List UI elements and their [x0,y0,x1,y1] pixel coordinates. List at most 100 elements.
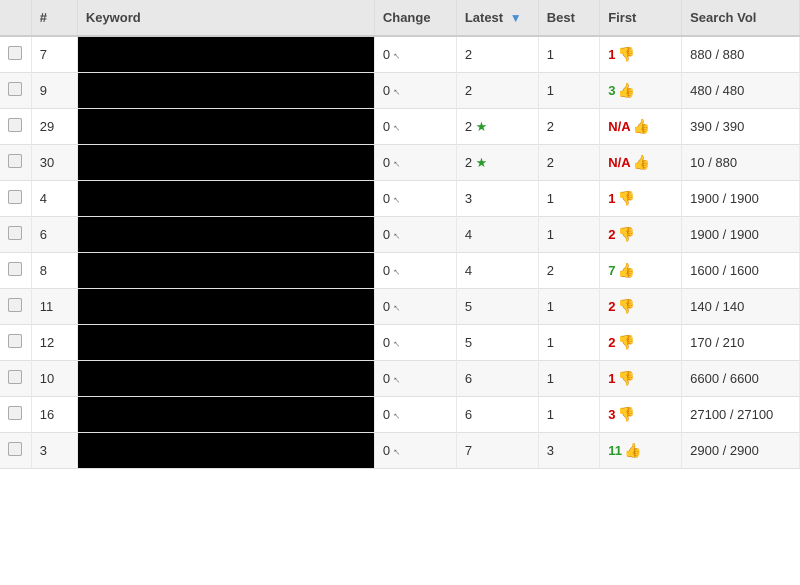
row-best: 1 [538,217,599,253]
row-checkbox[interactable] [8,334,22,348]
row-latest: 4 [456,217,538,253]
row-change: 0 ↑ [374,217,456,253]
row-checkbox[interactable] [8,154,22,168]
rankings-table: # Keyword Change Latest ▼ Best First Sea… [0,0,800,469]
row-checkbox-cell [0,433,31,469]
first-value: 7 [608,263,615,278]
first-value: 1 [608,191,615,206]
row-number: 7 [31,36,77,73]
first-value: N/A [608,119,630,134]
thumb-icon: 👍 [617,262,634,278]
row-checkbox-cell [0,253,31,289]
row-search-vol: 390 / 390 [682,109,800,145]
row-number: 12 [31,325,77,361]
row-search-vol: 1900 / 1900 [682,217,800,253]
row-change: 0 ↑ [374,289,456,325]
arrow-icon: ↑ [390,266,402,278]
first-value: 2 [608,335,615,350]
first-value: 3 [608,83,615,98]
row-number: 9 [31,73,77,109]
row-change: 0 ↑ [374,181,456,217]
row-latest: 4 [456,253,538,289]
row-keyword [77,217,374,253]
row-checkbox[interactable] [8,118,22,132]
thumb-icon: 👍 [617,82,634,98]
row-checkbox-cell [0,36,31,73]
star-icon: ★ [472,119,487,134]
thumb-icon: 👍 [633,118,650,134]
row-keyword [77,109,374,145]
row-checkbox-cell [0,145,31,181]
row-search-vol: 170 / 210 [682,325,800,361]
row-checkbox-cell [0,181,31,217]
row-checkbox[interactable] [8,82,22,96]
row-checkbox[interactable] [8,298,22,312]
first-value: 1 [608,47,615,62]
table-row: 11 0 ↑512👎140 / 140 [0,289,800,325]
row-latest: 3 [456,181,538,217]
row-checkbox[interactable] [8,370,22,384]
table-row: 12 0 ↑512👎170 / 210 [0,325,800,361]
sort-icon[interactable]: ▼ [510,11,522,25]
row-checkbox-cell [0,289,31,325]
row-best: 2 [538,253,599,289]
thumb-icon: 👍 [633,154,650,170]
row-checkbox[interactable] [8,190,22,204]
row-latest: 5 [456,325,538,361]
row-latest: 6 [456,397,538,433]
thumb-icon: 👎 [617,334,634,350]
arrow-icon: ↑ [390,86,402,98]
row-number: 8 [31,253,77,289]
arrow-icon: ↑ [390,230,402,242]
row-search-vol: 2900 / 2900 [682,433,800,469]
thumb-icon: 👎 [617,370,634,386]
row-first: 2👎 [600,217,682,253]
row-keyword [77,361,374,397]
arrow-icon: ↑ [390,410,402,422]
row-latest: 2 [456,73,538,109]
row-keyword [77,181,374,217]
row-keyword [77,325,374,361]
row-checkbox[interactable] [8,406,22,420]
row-first: 3👎 [600,397,682,433]
row-change: 0 ↑ [374,253,456,289]
row-latest: 2 ★ [456,145,538,181]
arrow-icon: ↑ [390,302,402,314]
row-first: N/A👍 [600,109,682,145]
row-best: 3 [538,433,599,469]
arrow-icon: ↑ [390,446,402,458]
row-change: 0 ↑ [374,36,456,73]
row-first: 7👍 [600,253,682,289]
row-search-vol: 1900 / 1900 [682,181,800,217]
row-checkbox[interactable] [8,226,22,240]
row-best: 1 [538,181,599,217]
header-hash: # [31,0,77,36]
table-row: 29 0 ↑2 ★2N/A👍390 / 390 [0,109,800,145]
header-latest[interactable]: Latest ▼ [456,0,538,36]
row-checkbox[interactable] [8,46,22,60]
row-first: 1👎 [600,36,682,73]
row-checkbox[interactable] [8,442,22,456]
arrow-icon: ↑ [390,122,402,134]
row-number: 11 [31,289,77,325]
row-search-vol: 27100 / 27100 [682,397,800,433]
row-checkbox[interactable] [8,262,22,276]
row-number: 29 [31,109,77,145]
arrow-icon: ↑ [390,338,402,350]
row-checkbox-cell [0,397,31,433]
table-row: 4 0 ↑311👎1900 / 1900 [0,181,800,217]
table-row: 9 0 ↑213👍480 / 480 [0,73,800,109]
row-checkbox-cell [0,217,31,253]
row-best: 1 [538,397,599,433]
row-first: 2👎 [600,325,682,361]
first-value: 2 [608,227,615,242]
table-row: 30 0 ↑2 ★2N/A👍10 / 880 [0,145,800,181]
row-search-vol: 880 / 880 [682,36,800,73]
table-row: 10 0 ↑611👎6600 / 6600 [0,361,800,397]
table-row: 8 0 ↑427👍1600 / 1600 [0,253,800,289]
row-best: 1 [538,361,599,397]
first-value: 3 [608,407,615,422]
row-number: 4 [31,181,77,217]
arrow-icon: ↑ [390,194,402,206]
row-best: 1 [538,73,599,109]
